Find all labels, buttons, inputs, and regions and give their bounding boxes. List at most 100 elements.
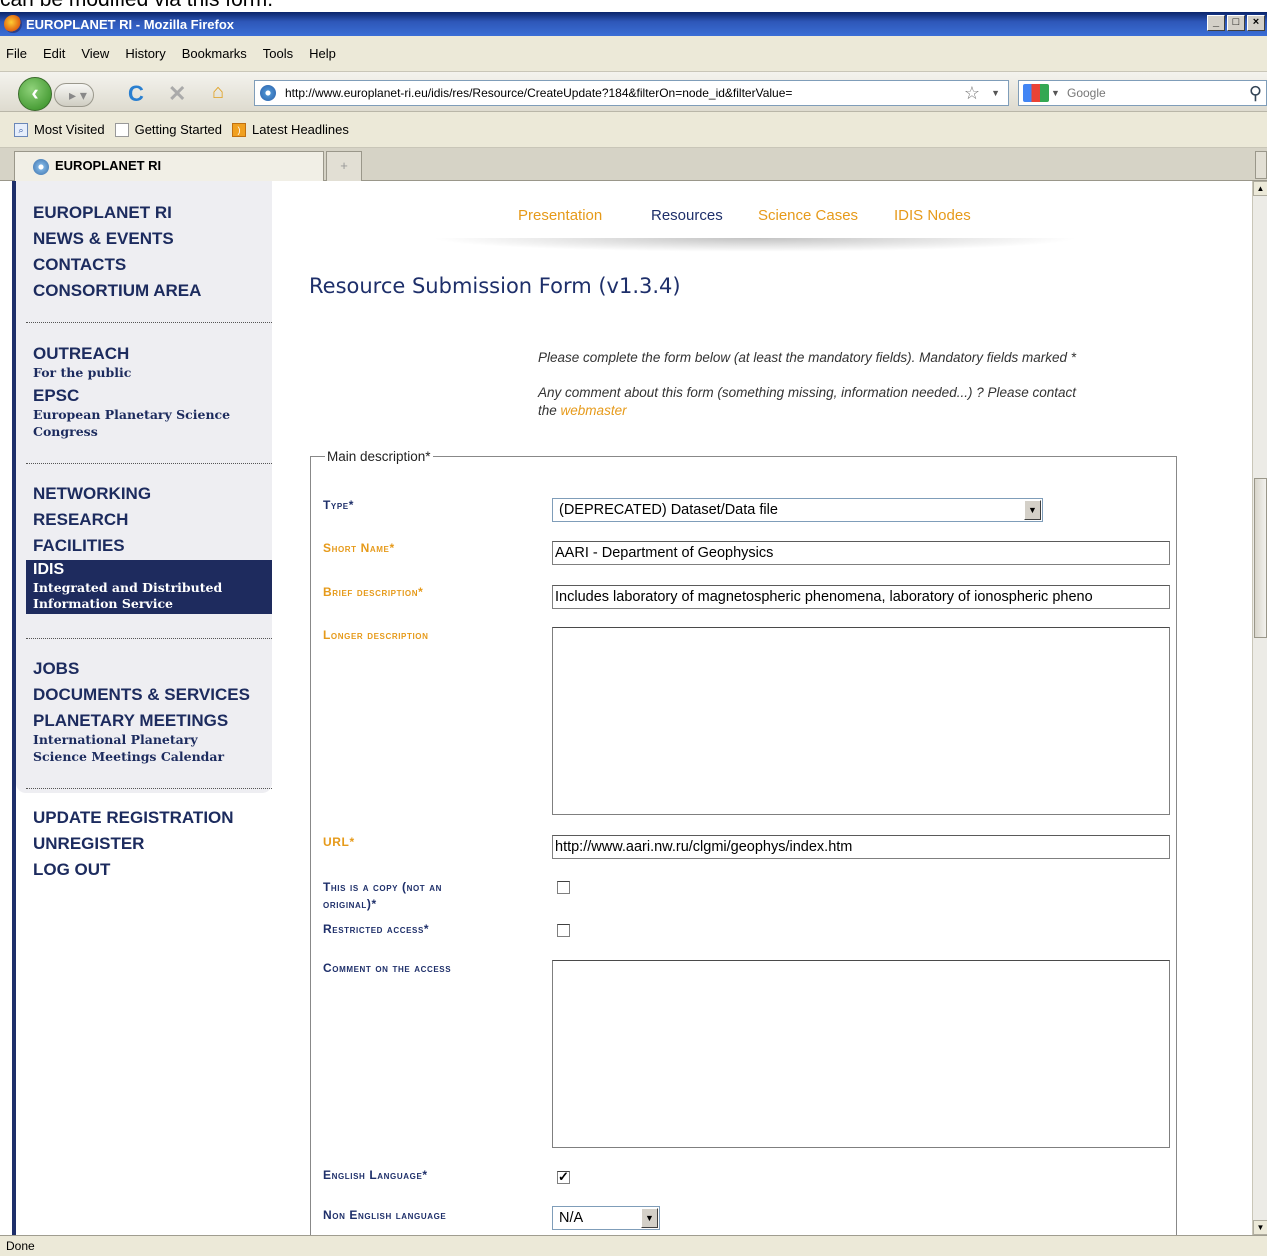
sidebar-item-news-events[interactable]: NEWS & EVENTS — [16, 226, 272, 252]
sidebar-group-jobs: JOBS DOCUMENTS & SERVICES PLANETARY MEET… — [16, 656, 272, 767]
sidebar-divider — [26, 788, 272, 789]
nav-presentation[interactable]: Presentation — [518, 207, 602, 224]
sidebar-divider — [26, 463, 272, 464]
english-language-label: English Language* — [323, 1168, 428, 1182]
tab-label: EUROPLANET RI — [55, 158, 162, 173]
form-instructions: Please complete the form below (at least… — [538, 350, 1077, 365]
forward-button[interactable]: ▸ ▾ — [54, 83, 94, 107]
menu-file[interactable]: File — [6, 46, 27, 61]
copy-label-line1: This is a copy (not an — [323, 880, 442, 894]
window-controls: _ □ × — [1207, 15, 1265, 31]
restricted-access-checkbox[interactable] — [557, 924, 570, 937]
type-select[interactable]: (DEPRECATED) Dataset/Data file ▼ — [552, 498, 1043, 522]
comment-access-textarea[interactable] — [552, 960, 1170, 1148]
restricted-access-label: Restricted access* — [323, 922, 430, 936]
window-titlebar: EUROPLANET RI - Mozilla Firefox _ □ × — [0, 12, 1267, 36]
brief-description-input[interactable]: Includes laboratory of magnetospheric ph… — [552, 585, 1170, 609]
home-icon[interactable]: ⌂ — [212, 81, 224, 104]
scroll-down-icon[interactable]: ▼ — [1253, 1220, 1267, 1235]
longer-description-textarea[interactable] — [552, 627, 1170, 815]
copy-checkbox[interactable] — [557, 881, 570, 894]
url-dropdown-icon[interactable]: ▼ — [991, 81, 1000, 105]
most-visited-icon: ⌕ — [14, 122, 28, 137]
bookmarks-toolbar: ⌕ Most Visited Getting Started ) Latest … — [0, 112, 1267, 148]
page-icon — [114, 122, 129, 137]
sidebar-item-documents-services[interactable]: DOCUMENTS & SERVICES — [16, 682, 272, 708]
site-identity-icon[interactable] — [260, 85, 276, 101]
back-button[interactable]: ‹ — [18, 77, 52, 111]
bookmark-label: Most Visited — [34, 122, 105, 137]
chevron-down-icon[interactable]: ▼ — [641, 1208, 658, 1228]
scroll-up-icon[interactable]: ▲ — [1253, 181, 1267, 196]
sidebar-group-main: EUROPLANET RI NEWS & EVENTS CONTACTS CON… — [16, 200, 272, 304]
new-tab-button[interactable]: + — [326, 151, 362, 181]
sidebar-divider — [26, 322, 272, 323]
tab-europlanet[interactable]: EUROPLANET RI — [14, 151, 324, 181]
sidebar-item-unregister[interactable]: UNREGISTER — [16, 831, 272, 857]
reload-icon[interactable]: C — [128, 81, 144, 107]
sidebar-item-facilities[interactable]: FACILITIES — [16, 533, 272, 559]
scrollbar-thumb[interactable] — [1254, 478, 1267, 638]
sidebar-item-networking[interactable]: NETWORKING — [16, 481, 272, 507]
status-bar: Done — [0, 1235, 1267, 1256]
sidebar-item-jobs[interactable]: JOBS — [16, 656, 272, 682]
form-contact-note: Any comment about this form (something m… — [538, 384, 1158, 420]
sidebar: EUROPLANET RI NEWS & EVENTS CONTACTS CON… — [16, 181, 272, 793]
short-name-input[interactable]: AARI - Department of Geophysics — [552, 541, 1170, 565]
minimize-button[interactable]: _ — [1207, 15, 1225, 31]
url-text: http://www.europlanet-ri.eu/idis/res/Res… — [285, 86, 793, 100]
sidebar-divider — [26, 638, 272, 639]
sidebar-item-research[interactable]: RESEARCH — [16, 507, 272, 533]
brief-description-label: Brief description* — [323, 585, 424, 599]
english-language-checkbox[interactable]: ✓ — [557, 1170, 570, 1184]
menu-view[interactable]: View — [81, 46, 109, 61]
maximize-button[interactable]: □ — [1227, 15, 1245, 31]
nav-resources[interactable]: Resources — [651, 207, 723, 224]
close-button[interactable]: × — [1247, 15, 1265, 31]
url-input[interactable]: http://www.aari.nw.ru/clgmi/geophys/inde… — [552, 835, 1170, 859]
menu-bookmarks[interactable]: Bookmarks — [182, 46, 247, 61]
search-bar[interactable]: ▼ Google ⚲ — [1018, 80, 1267, 106]
sidebar-item-idis-sub: Integrated and Distributed Information S… — [33, 580, 223, 611]
tab-strip: EUROPLANET RI + — [0, 148, 1267, 181]
bookmark-getting-started[interactable]: Getting Started — [114, 122, 222, 137]
nav-idis-nodes[interactable]: IDIS Nodes — [894, 207, 971, 224]
menu-help[interactable]: Help — [309, 46, 336, 61]
sidebar-item-epsc-sub: European Planetary Science Congress — [33, 407, 231, 439]
bookmark-label: Latest Headlines — [252, 122, 349, 137]
nav-science-cases[interactable]: Science Cases — [758, 207, 858, 224]
menu-history[interactable]: History — [125, 46, 165, 61]
menu-edit[interactable]: Edit — [43, 46, 65, 61]
contact-note-text: Any comment about this form (something m… — [538, 385, 1077, 400]
sidebar-item-europlanet-ri[interactable]: EUROPLANET RI — [16, 200, 272, 226]
sidebar-item-contacts[interactable]: CONTACTS — [16, 252, 272, 278]
sidebar-item-log-out[interactable]: LOG OUT — [16, 857, 272, 883]
navigation-toolbar: ▸ ▾ ‹ C ✕ ⌂ http://www.europlanet-ri.eu/… — [0, 72, 1267, 112]
sidebar-item-consortium-area[interactable]: CONSORTIUM AREA — [16, 278, 272, 304]
vertical-scrollbar[interactable]: ▲ ▼ — [1252, 181, 1267, 1235]
url-bar[interactable]: http://www.europlanet-ri.eu/idis/res/Res… — [254, 80, 1009, 106]
non-english-language-label: Non English language — [323, 1208, 447, 1222]
copy-label: This is a copy (not an original)* — [323, 879, 442, 913]
search-engine-dropdown-icon[interactable]: ▼ — [1051, 81, 1060, 105]
webmaster-link[interactable]: webmaster — [561, 403, 627, 418]
firefox-icon — [4, 15, 22, 33]
search-placeholder: Google — [1067, 86, 1106, 100]
page-title: Resource Submission Form (v1.3.4) — [309, 274, 681, 298]
google-engine-icon[interactable] — [1023, 84, 1049, 102]
menu-tools[interactable]: Tools — [263, 46, 293, 61]
non-english-select-value: N/A — [559, 1210, 584, 1226]
bookmark-most-visited[interactable]: ⌕ Most Visited — [14, 122, 105, 137]
sidebar-item-update-registration[interactable]: UPDATE REGISTRATION — [16, 805, 272, 831]
tab-scroll-button[interactable] — [1255, 151, 1267, 179]
chevron-down-icon[interactable]: ▼ — [1024, 500, 1041, 520]
bookmark-star-icon[interactable]: ☆ — [964, 81, 980, 105]
search-icon[interactable]: ⚲ — [1249, 81, 1262, 105]
comment-access-label: Comment on the access — [323, 961, 452, 975]
stop-icon[interactable]: ✕ — [168, 81, 186, 107]
bookmark-latest-headlines[interactable]: ) Latest Headlines — [232, 122, 349, 137]
sidebar-item-idis-label: IDIS — [33, 561, 65, 578]
sidebar-item-idis[interactable]: IDIS Integrated and Distributed Informat… — [26, 560, 272, 614]
non-english-language-select[interactable]: N/A ▼ — [552, 1206, 660, 1230]
sidebar-group-account: UPDATE REGISTRATION UNREGISTER LOG OUT — [16, 805, 272, 883]
